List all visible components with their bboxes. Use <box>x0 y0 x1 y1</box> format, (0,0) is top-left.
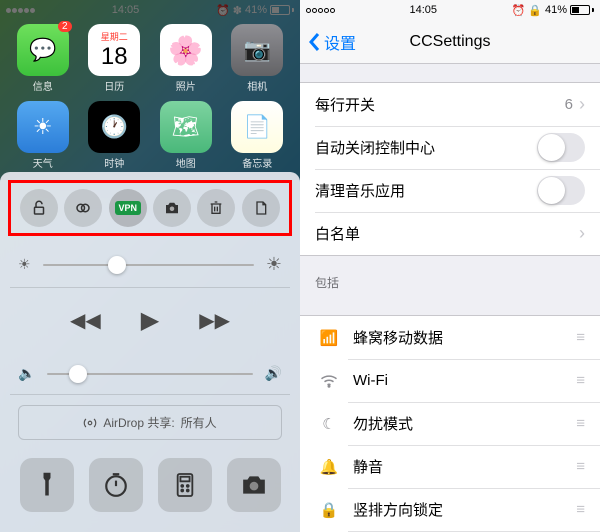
settings-list[interactable]: 每行开关 6› 自动关闭控制中心 清理音乐应用 白名单 › 包括 📶 蜂窝移动数… <box>300 82 600 532</box>
cc-toggle-row-highlighted: VPN <box>8 180 292 236</box>
sun-icon: ☀ <box>33 114 53 140</box>
clear-music-switch[interactable] <box>537 176 585 205</box>
camera-icon: 📷 <box>244 37 271 63</box>
row-whitelist[interactable]: 白名单 › <box>300 212 600 255</box>
camera-icon <box>163 199 181 217</box>
row-dnd[interactable]: ☾ 勿扰模式 ≡ <box>300 402 600 445</box>
app-weather[interactable]: ☀ 天气 <box>12 101 74 170</box>
app-messages[interactable]: 💬2 信息 <box>12 24 74 93</box>
note-icon: 📄 <box>244 114 271 140</box>
battery-pct: 41% <box>545 4 567 16</box>
cc-bottom-apps <box>0 450 300 522</box>
lock-icon: 🔒 <box>315 500 343 520</box>
orientation-lock-icon: 🔒 <box>528 4 542 17</box>
wifi-icon <box>315 371 343 391</box>
cc-rotation-lock-toggle[interactable] <box>20 189 58 227</box>
brightness-low-icon: ☀ <box>18 256 31 273</box>
flower-icon: 🌸 <box>168 34 203 67</box>
rewind-button[interactable]: ◀◀ <box>70 308 101 333</box>
volume-high-icon: 🔊 <box>265 365 282 382</box>
brightness-slider-row: ☀ ☀ <box>0 242 300 287</box>
page-title: CCSettings <box>410 33 491 51</box>
speech-icon: 💬 <box>29 37 56 63</box>
lock-icon <box>30 199 48 217</box>
map-icon: 🗺 <box>172 114 200 140</box>
row-cellular[interactable]: 📶 蜂窝移动数据 ≡ <box>300 316 600 359</box>
home-screen-apps: 💬2 信息 星期二18 日历 🌸 照片 📷 相机 ☀ 天气 🕐 时钟 🗺 地图 … <box>0 24 300 170</box>
cc-camera-toggle[interactable] <box>153 189 191 227</box>
clock-icon: 🕐 <box>101 114 128 140</box>
status-time: 14:05 <box>410 4 438 16</box>
right-phone-settings: 14:05 ⏰ 🔒 41% 设置 CCSettings 每行开关 6› 自动关闭… <box>300 0 600 532</box>
volume-slider[interactable] <box>47 373 252 375</box>
play-button[interactable]: ▶ <box>141 306 159 335</box>
cc-vpn-toggle[interactable]: VPN <box>109 189 147 227</box>
row-auto-close[interactable]: 自动关闭控制中心 <box>300 126 600 169</box>
drag-handle-icon[interactable]: ≡ <box>576 329 585 346</box>
cc-note-toggle[interactable] <box>242 189 280 227</box>
timer-icon <box>103 472 129 498</box>
forward-button[interactable]: ▶▶ <box>199 308 230 333</box>
airdrop-icon <box>83 416 97 430</box>
calculator-button[interactable] <box>158 458 212 512</box>
brightness-high-icon: ☀ <box>266 254 282 275</box>
flashlight-icon <box>36 471 58 499</box>
battery-icon <box>570 5 594 15</box>
media-controls: ◀◀ ▶ ▶▶ <box>0 288 300 353</box>
left-phone-control-center: 14:05 ⏰ ✽ 41% 💬2 信息 星期二18 日历 🌸 照片 📷 相机 ☀… <box>0 0 300 532</box>
row-per-row-toggles[interactable]: 每行开关 6› <box>300 83 600 126</box>
timer-button[interactable] <box>89 458 143 512</box>
include-section-header: 包括 <box>300 256 600 297</box>
note-icon <box>253 199 269 217</box>
alarm-icon: ⏰ <box>512 4 526 17</box>
row-wifi[interactable]: Wi-Fi ≡ <box>300 359 600 402</box>
chevron-right-icon: › <box>579 223 585 244</box>
control-center-panel: VPN ☀ ☀ ◀◀ ▶ ▶▶ 🔈 🔊 AirDrop 共享: 所有人 <box>0 172 300 532</box>
cc-hotspot-toggle[interactable] <box>64 189 102 227</box>
volume-low-icon: 🔈 <box>18 365 35 382</box>
app-clock[interactable]: 🕐 时钟 <box>84 101 146 170</box>
cc-trash-toggle[interactable] <box>197 189 235 227</box>
bell-icon: 🔔 <box>315 457 343 477</box>
brightness-slider[interactable] <box>43 264 254 266</box>
airdrop-button[interactable]: AirDrop 共享: 所有人 <box>18 405 282 440</box>
trash-icon <box>208 199 224 217</box>
vpn-icon: VPN <box>115 201 142 215</box>
auto-close-switch[interactable] <box>537 133 585 162</box>
camera-icon <box>241 474 267 496</box>
camera-button[interactable] <box>227 458 281 512</box>
app-photos[interactable]: 🌸 照片 <box>155 24 217 93</box>
status-bar-right: 14:05 ⏰ 🔒 41% <box>300 0 600 20</box>
app-camera[interactable]: 📷 相机 <box>227 24 289 93</box>
row-mute[interactable]: 🔔 静音 ≡ <box>300 445 600 488</box>
drag-handle-icon[interactable]: ≡ <box>576 458 585 475</box>
moon-icon: ☾ <box>315 414 343 434</box>
back-button[interactable]: 设置 <box>308 30 356 54</box>
signal-icon <box>306 8 335 13</box>
chevron-left-icon <box>308 32 320 52</box>
chevron-right-icon: › <box>579 94 585 115</box>
link-icon <box>74 199 92 217</box>
row-orientation[interactable]: 🔒 竖排方向锁定 ≡ <box>300 488 600 531</box>
app-calendar[interactable]: 星期二18 日历 <box>84 24 146 93</box>
row-clear-music[interactable]: 清理音乐应用 <box>300 169 600 212</box>
app-notes[interactable]: 📄 备忘录 <box>227 101 289 170</box>
navigation-bar: 设置 CCSettings <box>300 20 600 64</box>
drag-handle-icon[interactable]: ≡ <box>576 415 585 432</box>
calculator-icon <box>174 472 196 498</box>
drag-handle-icon[interactable]: ≡ <box>576 372 585 389</box>
flashlight-button[interactable] <box>20 458 74 512</box>
drag-handle-icon[interactable]: ≡ <box>576 501 585 518</box>
app-maps[interactable]: 🗺 地图 <box>155 101 217 170</box>
cellular-icon: 📶 <box>315 328 343 348</box>
volume-slider-row: 🔈 🔊 <box>0 353 300 394</box>
